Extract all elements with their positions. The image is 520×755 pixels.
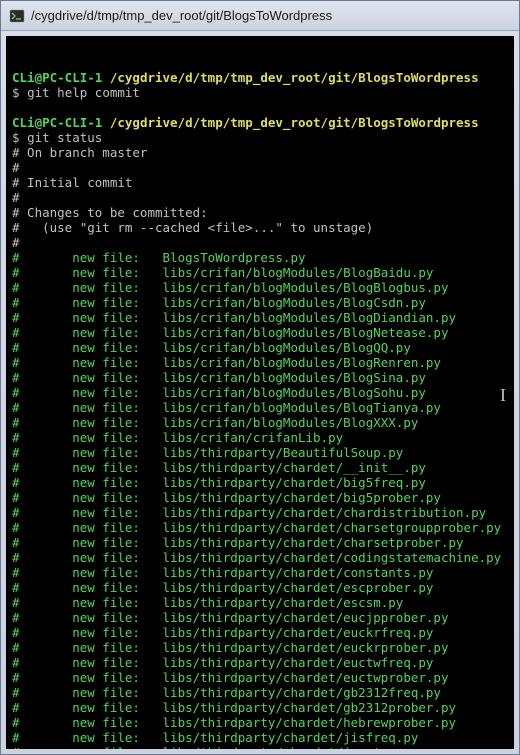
new-file-line: # new file: libs/thirdparty/chardet/char… bbox=[12, 505, 508, 520]
dollar-sign: $ bbox=[12, 85, 27, 100]
status-line: # bbox=[12, 235, 508, 250]
text-cursor: I bbox=[500, 388, 506, 403]
new-file-line: # new file: libs/thirdparty/chardet/jisf… bbox=[12, 730, 508, 745]
new-file-line: # new file: libs/thirdparty/BeautifulSou… bbox=[12, 445, 508, 460]
new-file-line: # new file: BlogsToWordpress.py bbox=[12, 250, 508, 265]
window-title: /cygdrive/d/tmp/tmp_dev_root/git/BlogsTo… bbox=[31, 8, 332, 23]
command-line[interactable]: $ git status bbox=[12, 130, 508, 145]
terminal-content[interactable]: CLi@PC-CLI-1 /cygdrive/d/tmp/tmp_dev_roo… bbox=[6, 36, 514, 749]
status-line: # On branch master bbox=[12, 145, 508, 160]
new-file-line: # new file: libs/crifan/blogModules/Blog… bbox=[12, 385, 508, 400]
new-file-line: # new file: libs/crifan/blogModules/Blog… bbox=[12, 340, 508, 355]
prompt-line: CLi@PC-CLI-1 /cygdrive/d/tmp/tmp_dev_roo… bbox=[12, 115, 508, 130]
new-file-line: # new file: libs/thirdparty/chardet/gb23… bbox=[12, 685, 508, 700]
status-line: # bbox=[12, 160, 508, 175]
new-file-line: # new file: libs/crifan/blogModules/Blog… bbox=[12, 280, 508, 295]
prompt-user: CLi@PC-CLI-1 bbox=[12, 115, 102, 130]
new-file-line: # new file: libs/crifan/crifanLib.py bbox=[12, 430, 508, 445]
new-file-line: # new file: libs/crifan/blogModules/Blog… bbox=[12, 370, 508, 385]
status-line: # Changes to be committed: bbox=[12, 205, 508, 220]
new-file-line: # new file: libs/thirdparty/chardet/euct… bbox=[12, 655, 508, 670]
new-file-line: # new file: libs/crifan/blogModules/Blog… bbox=[12, 265, 508, 280]
command-line[interactable]: $ git help commit bbox=[12, 85, 508, 100]
terminal-window: /cygdrive/d/tmp/tmp_dev_root/git/BlogsTo… bbox=[0, 0, 520, 755]
new-file-line: # new file: libs/thirdparty/chardet/__in… bbox=[12, 460, 508, 475]
new-file-line: # new file: libs/crifan/blogModules/Blog… bbox=[12, 295, 508, 310]
new-file-line: # new file: libs/thirdparty/chardet/cons… bbox=[12, 565, 508, 580]
new-file-line: # new file: libs/thirdparty/chardet/hebr… bbox=[12, 715, 508, 730]
new-file-line: # new file: libs/thirdparty/chardet/jpcn… bbox=[12, 745, 508, 749]
new-file-line: # new file: libs/crifan/blogModules/Blog… bbox=[12, 325, 508, 340]
blank-line bbox=[12, 100, 508, 115]
new-file-line: # new file: libs/thirdparty/chardet/escp… bbox=[12, 580, 508, 595]
new-file-line: # new file: libs/thirdparty/chardet/euct… bbox=[12, 670, 508, 685]
new-file-line: # new file: libs/thirdparty/chardet/big5… bbox=[12, 490, 508, 505]
new-file-line: # new file: libs/crifan/blogModules/Blog… bbox=[12, 310, 508, 325]
prompt-user: CLi@PC-CLI-1 bbox=[12, 70, 102, 85]
status-line: # bbox=[12, 190, 508, 205]
prompt-line: CLi@PC-CLI-1 /cygdrive/d/tmp/tmp_dev_roo… bbox=[12, 70, 508, 85]
dollar-sign: $ bbox=[12, 130, 27, 145]
status-line: # (use "git rm --cached <file>..." to un… bbox=[12, 220, 508, 235]
command-text: git status bbox=[27, 130, 102, 145]
status-line: # Initial commit bbox=[12, 175, 508, 190]
new-file-line: # new file: libs/thirdparty/chardet/escs… bbox=[12, 595, 508, 610]
new-file-line: # new file: libs/thirdparty/chardet/gb23… bbox=[12, 700, 508, 715]
new-file-line: # new file: libs/thirdparty/chardet/eucj… bbox=[12, 610, 508, 625]
window-titlebar[interactable]: /cygdrive/d/tmp/tmp_dev_root/git/BlogsTo… bbox=[1, 1, 519, 31]
new-file-line: # new file: libs/crifan/blogModules/Blog… bbox=[12, 355, 508, 370]
new-file-line: # new file: libs/thirdparty/chardet/euck… bbox=[12, 640, 508, 655]
new-file-line: # new file: libs/crifan/blogModules/Blog… bbox=[12, 415, 508, 430]
prompt-path: /cygdrive/d/tmp/tmp_dev_root/git/BlogsTo… bbox=[102, 70, 478, 85]
new-file-line: # new file: libs/thirdparty/chardet/big5… bbox=[12, 475, 508, 490]
new-file-line: # new file: libs/thirdparty/chardet/codi… bbox=[12, 550, 508, 565]
new-file-line: # new file: libs/thirdparty/chardet/char… bbox=[12, 520, 508, 535]
command-text: git help commit bbox=[27, 85, 140, 100]
new-file-line: # new file: libs/thirdparty/chardet/char… bbox=[12, 535, 508, 550]
prompt-path: /cygdrive/d/tmp/tmp_dev_root/git/BlogsTo… bbox=[102, 115, 478, 130]
cygwin-icon bbox=[9, 8, 25, 24]
new-file-line: # new file: libs/thirdparty/chardet/euck… bbox=[12, 625, 508, 640]
new-file-line: # new file: libs/crifan/blogModules/Blog… bbox=[12, 400, 508, 415]
